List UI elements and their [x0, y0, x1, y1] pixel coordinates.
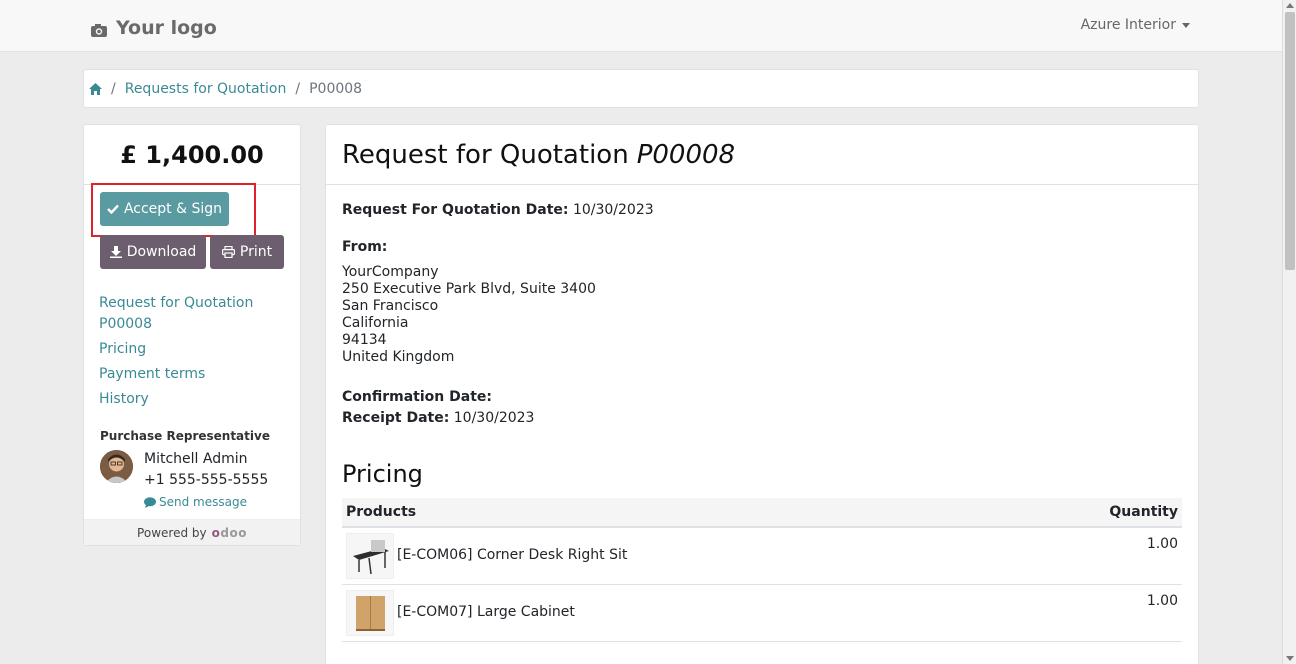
breadcrumb-current: P00008: [309, 80, 363, 97]
table-header: Products Quantity: [342, 498, 1182, 528]
odoo-logo[interactable]: odoo: [212, 526, 247, 540]
company-name: Azure Interior: [1080, 17, 1176, 33]
print-label: Print: [239, 244, 273, 260]
avatar: [100, 450, 133, 483]
product-name: [E-COM06] Corner Desk Right Sit: [397, 547, 628, 563]
table-of-contents: Request for Quotation P00008 Pricing Pay…: [99, 293, 259, 414]
rfq-date-label: Request For Quotation Date:: [342, 202, 569, 218]
from-address: YourCompany 250 Executive Park Blvd, Sui…: [342, 264, 596, 366]
accept-sign-button[interactable]: Accept & Sign: [100, 192, 229, 226]
camera-icon: [90, 21, 108, 37]
rep-name: Mitchell Admin: [144, 451, 248, 467]
rfq-date-field: Request For Quotation Date: 10/30/2023: [342, 202, 654, 218]
breadcrumb: / Requests for Quotation / P00008: [83, 69, 1199, 108]
toc-payment-terms-link[interactable]: Payment terms: [99, 364, 259, 385]
main-content: Request for Quotation P00008 Request For…: [325, 124, 1199, 664]
table-row: [E-COM06] Corner Desk Right Sit 1.00: [342, 528, 1182, 585]
confirmation-date-field: Confirmation Date:: [342, 389, 492, 405]
confirmation-date-label: Confirmation Date:: [342, 389, 492, 405]
col-products: Products: [346, 504, 417, 520]
product-quantity: 1.00: [1146, 593, 1178, 609]
check-icon: [107, 204, 119, 214]
download-label: Download: [126, 244, 197, 260]
send-message-label: Send message: [159, 495, 247, 509]
comment-icon: [144, 496, 156, 508]
product-image: [346, 533, 394, 579]
powered-by-label: Powered by: [137, 525, 207, 540]
products-table: Products Quantity [E-COM06] Corner Desk …: [342, 498, 1182, 642]
page-title-ref: P00008: [636, 139, 736, 170]
scroll-down-icon[interactable]: [1286, 656, 1294, 661]
download-button[interactable]: Download: [100, 235, 206, 269]
breadcrumb-separator: /: [295, 80, 301, 97]
toc-pricing-link[interactable]: Pricing: [99, 339, 259, 360]
address-line: United Kingdom: [342, 349, 455, 365]
accept-sign-label: Accept & Sign: [123, 201, 223, 217]
powered-by-footer: Powered by odoo: [84, 519, 300, 545]
receipt-date-value: 10/30/2023: [453, 410, 535, 426]
page-scrollbar[interactable]: [1282, 0, 1296, 664]
toc-history-link[interactable]: History: [99, 389, 259, 410]
scrollbar-thumb[interactable]: [1285, 12, 1295, 270]
scroll-up-icon[interactable]: [1286, 3, 1294, 8]
address-line: San Francisco: [342, 298, 439, 314]
product-image: [346, 590, 394, 636]
print-icon: [221, 246, 235, 258]
address-line: 94134: [342, 332, 387, 348]
from-label: From:: [342, 239, 388, 255]
col-quantity: Quantity: [1109, 504, 1178, 520]
logo-text: Your logo: [116, 17, 217, 39]
toc-rfq-link[interactable]: Request for Quotation P00008: [99, 293, 259, 335]
rep-title: Purchase Representative: [100, 429, 270, 443]
receipt-date-field: Receipt Date: 10/30/2023: [342, 410, 534, 426]
print-button[interactable]: Print: [210, 235, 284, 269]
company-dropdown[interactable]: Azure Interior: [1081, 17, 1190, 33]
page-title: Request for Quotation P00008: [326, 125, 1198, 185]
breadcrumb-rfq-link[interactable]: Requests for Quotation: [125, 81, 287, 97]
from-field: From:: [342, 239, 387, 255]
top-navbar: Your logo Azure Interior: [0, 0, 1282, 52]
receipt-date-label: Receipt Date:: [342, 410, 450, 426]
caret-down-icon: [1182, 22, 1190, 28]
address-line: YourCompany: [342, 264, 439, 280]
product-quantity: 1.00: [1146, 536, 1178, 552]
download-icon: [109, 246, 122, 258]
address-line: 250 Executive Park Blvd, Suite 3400: [342, 281, 596, 297]
sidebar: £ 1,400.00 Accept & Sign Download Print …: [83, 124, 301, 546]
home-icon[interactable]: [89, 82, 102, 95]
rep-phone: +1 555-555-5555: [144, 472, 269, 488]
page-title-text: Request for Quotation: [342, 139, 629, 170]
breadcrumb-separator: /: [111, 80, 116, 97]
product-name: [E-COM07] Large Cabinet: [397, 604, 575, 620]
send-message-link[interactable]: Send message: [144, 495, 247, 509]
table-row: [E-COM07] Large Cabinet 1.00: [342, 585, 1182, 642]
address-line: California: [342, 315, 409, 331]
company-logo[interactable]: Your logo: [90, 12, 222, 44]
rfq-date-value: 10/30/2023: [572, 202, 654, 218]
pricing-section-title: Pricing: [342, 460, 423, 488]
total-amount: £ 1,400.00: [84, 125, 300, 185]
